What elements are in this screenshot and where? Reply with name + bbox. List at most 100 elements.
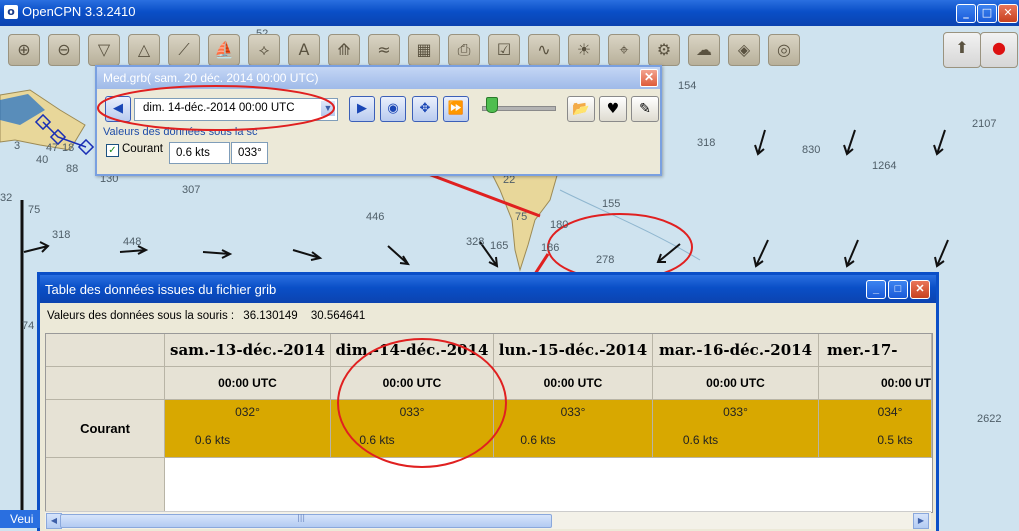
scale-out-icon[interactable]: △ [128,34,160,66]
depth-label: 448 [123,236,142,248]
grib-table-title-bar[interactable]: Table des données issues du fichier grib… [40,275,936,303]
mouse-values: Valeurs des données sous la souris : 36.… [47,310,365,322]
zoom-to-center-button[interactable]: ✥ [412,96,438,122]
table-minimize-button[interactable]: _ [866,280,886,299]
depth-label: 1264 [872,160,897,172]
depth-label: 186 [541,242,560,254]
depth-label: 2107 [972,118,997,130]
column-time-header: 00:00 UTC [165,367,331,400]
print-icon[interactable]: ⎙ [448,34,480,66]
cell-direction: 033° [560,405,586,419]
grib-table-title: Table des données issues du fichier grib [45,282,277,297]
chevron-down-icon[interactable]: ▼ [321,101,335,116]
depth-label: 18 [62,142,75,154]
time-slider-thumb[interactable] [486,97,498,113]
table-close-button[interactable]: ✕ [910,280,930,299]
zoom-out-icon[interactable]: ⊖ [48,34,80,66]
measure-icon[interactable]: ⟡ [248,34,280,66]
scrollbar-thumb[interactable]: ||| [60,513,552,528]
table-data-icon[interactable]: ♥ [599,96,627,122]
scale-in-icon[interactable]: ▽ [88,34,120,66]
annotation-ellipse-map [547,213,693,281]
scroll-right-icon[interactable]: ▶ [913,513,929,529]
depth-label: 278 [596,254,615,266]
current-cell[interactable]: 032° 0.6 kts [165,400,331,458]
prev-record-button[interactable]: ◀ [105,96,131,122]
side-fragment: 74 [22,320,35,332]
current-direction-field[interactable]: 033° [231,142,268,164]
horizontal-scrollbar[interactable]: ◀ ||| ▶ [45,511,931,529]
light-icon[interactable]: ☀ [568,34,600,66]
maximize-button[interactable]: □ [977,4,997,23]
app-title-bar[interactable]: o OpenCPN 3.3.2410 _ □ ✕ [0,0,1019,26]
minimize-button[interactable]: _ [956,4,976,23]
depth-label: 47 [46,142,59,154]
current-cell[interactable]: 033° 0.6 kts [331,400,494,458]
settings-icon[interactable]: ⚙ [648,34,680,66]
record-icon[interactable]: ● [980,32,1018,68]
track-icon[interactable]: ∿ [528,34,560,66]
depth-label: 75 [515,211,528,223]
column-date-header: mer.-17-déc.- [819,334,932,392]
table-maximize-button[interactable]: □ [888,280,908,299]
depth-label: 318 [52,229,71,241]
cell-direction: 033° [723,405,748,419]
depth-label: 32 [0,192,13,204]
current-icon[interactable]: ≈ [368,34,400,66]
date-select[interactable]: dim. 14-déc.-2014 00:00 UTC ▼ [134,98,338,121]
status-text: Veui [10,512,34,526]
chart-icon[interactable]: ▦ [408,34,440,66]
column-date-header: lun.-15-déc.-2014 [494,334,653,367]
text-icon[interactable]: A [288,34,320,66]
column-time-header: 00:00 UT [819,367,932,400]
cell-speed: 0.5 kts [877,433,913,447]
depth-label: 180 [550,219,569,231]
current-cell[interactable]: 033° 0.6 kts [653,400,819,458]
route-icon[interactable]: ⟋ [168,34,200,66]
depth-label: 165 [490,240,509,252]
grib-dialog-title-bar[interactable]: Med.grb( sam. 20 déc. 2014 00:00 UTC) ✕ [97,67,660,89]
cell-speed: 0.6 kts [682,433,719,447]
current-label: Courant [122,143,163,155]
depth-label: 830 [802,144,821,156]
date-select-value: dim. 14-déc.-2014 00:00 UTC [143,102,295,114]
current-speed-field[interactable]: 0.6 kts [169,142,230,164]
status-bar-fragment: Veui [0,510,40,528]
depth-label: 2622 [977,413,1002,425]
data-grid[interactable]: Courant sam.-13-déc.-2014 00:00 UTC 032°… [45,333,933,513]
values-group-label: Valeurs des données sous la sc [103,126,258,138]
grib-table-window: Table des données issues du fichier grib… [37,272,939,531]
mouse-values-label: Valeurs des données sous la souris : [47,310,235,322]
grib-dialog-close-button[interactable]: ✕ [640,69,658,87]
compass-icon[interactable]: ⬆ [943,32,981,68]
mouse-lat: 36.130149 [243,310,298,322]
grib-settings-icon[interactable]: ✎ [631,96,659,122]
corner-cell [46,334,165,367]
depth-label: 446 [366,211,385,223]
play-button[interactable]: ⏩ [443,96,469,122]
open-file-icon[interactable]: 📂 [567,96,595,122]
mouse-lon: 30.564641 [310,310,366,322]
close-button[interactable]: ✕ [998,4,1018,23]
mob-icon[interactable]: ◎ [768,34,800,66]
cell-direction: 033° [399,405,425,419]
column-time-header: 00:00 UTC [331,367,494,400]
depth-label: 75 [28,204,41,216]
current-cell[interactable]: 033° 0.6 kts [494,400,653,458]
route-manager-icon[interactable]: ☑ [488,34,520,66]
grib-icon[interactable]: ☁ [688,34,720,66]
now-button[interactable]: ◉ [380,96,406,122]
current-cell[interactable]: 034° 0.5 kts [819,400,932,458]
boat-icon[interactable]: ⛵ [208,34,240,66]
current-checkbox[interactable]: ✓ [106,144,119,157]
app-title: OpenCPN 3.3.2410 [22,4,136,19]
column-time-header: 00:00 UTC [653,367,819,400]
next-record-button[interactable]: ▶ [349,96,375,122]
gps-icon[interactable]: ⌖ [608,34,640,66]
ais-icon[interactable]: ◈ [728,34,760,66]
tide-icon[interactable]: ⟰ [328,34,360,66]
cell-direction: 032° [235,405,260,419]
zoom-in-icon[interactable]: ⊕ [8,34,40,66]
depth-label: 3 [14,140,21,152]
depth-label: 40 [36,154,49,166]
